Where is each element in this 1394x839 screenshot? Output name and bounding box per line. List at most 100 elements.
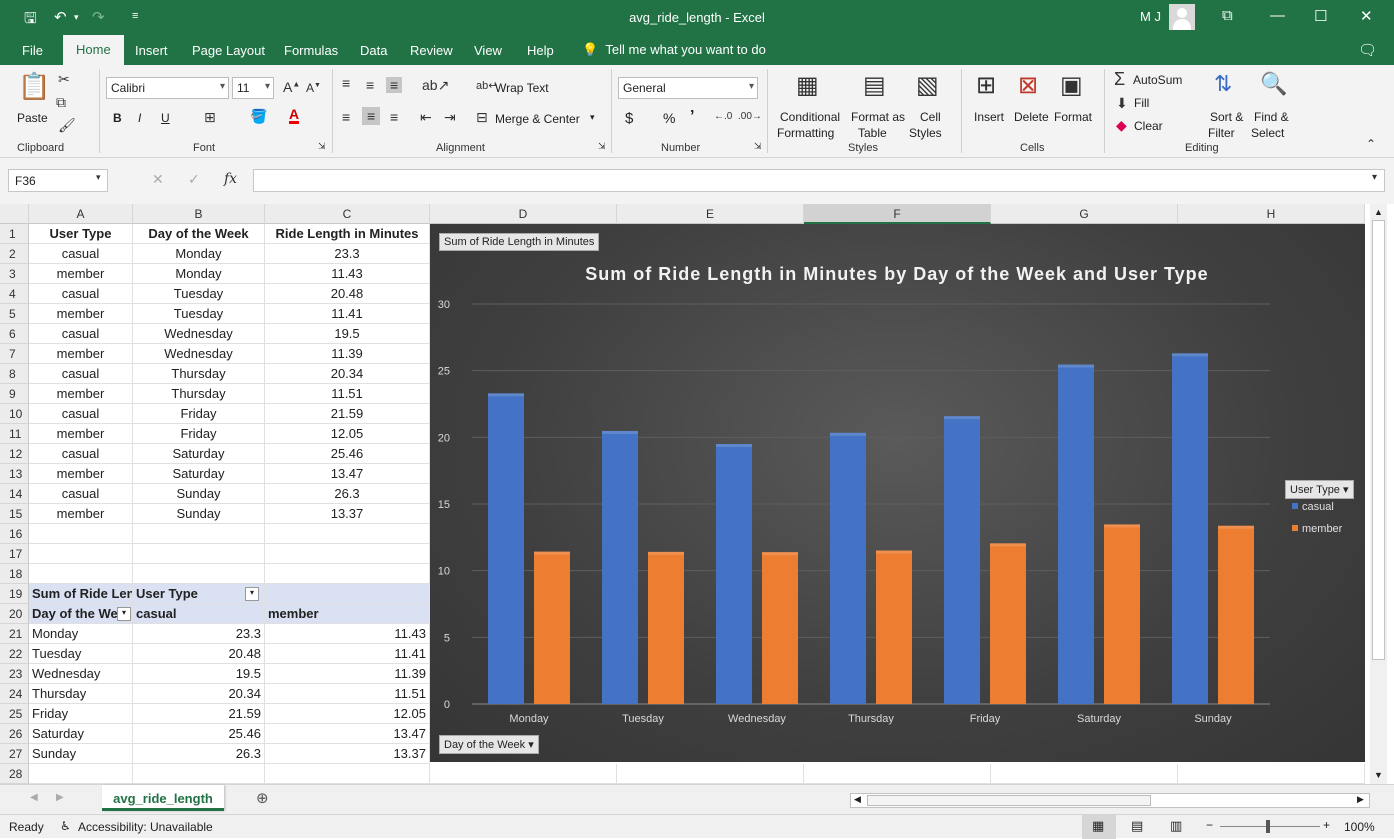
row-header[interactable]: 2 <box>0 244 29 264</box>
merge-center-icon[interactable]: ⊟ <box>476 109 488 126</box>
minimize-icon[interactable]: — <box>1270 7 1285 24</box>
row-header[interactable]: 22 <box>0 644 29 664</box>
row-header[interactable]: 4 <box>0 284 29 304</box>
table-cell[interactable]: 11.41 <box>265 304 430 324</box>
close-icon[interactable]: ✕ <box>1360 7 1373 25</box>
grid-cell[interactable] <box>265 564 430 584</box>
table-cell[interactable]: 21.59 <box>265 404 430 424</box>
normal-view-button[interactable]: ▦ <box>1082 815 1116 839</box>
table-cell[interactable]: member <box>29 264 133 284</box>
pivot-row-label[interactable]: Wednesday <box>29 664 133 684</box>
table-header-cell[interactable]: Ride Length in Minutes <box>265 224 430 244</box>
row-header[interactable]: 8 <box>0 364 29 384</box>
table-cell[interactable]: 19.5 <box>265 324 430 344</box>
currency-button[interactable]: $ <box>625 110 633 127</box>
clear-icon[interactable]: ◆ <box>1116 117 1127 134</box>
select-all-corner[interactable] <box>0 204 29 224</box>
table-cell[interactable]: Thursday <box>133 384 265 404</box>
wrap-text-button[interactable]: Wrap Text <box>495 81 549 95</box>
row-header[interactable]: 10 <box>0 404 29 424</box>
pivot-member-value[interactable]: 12.05 <box>265 704 430 724</box>
table-cell[interactable]: Tuesday <box>133 304 265 324</box>
conditional-formatting-button[interactable]: ▦ Conditional Formatting <box>776 69 848 140</box>
column-header-b[interactable]: B <box>133 204 265 224</box>
tab-insert[interactable]: Insert <box>135 43 168 58</box>
pivot-member-value[interactable]: 11.39 <box>265 664 430 684</box>
alignment-dialog-launcher-icon[interactable]: ⇲ <box>598 141 606 152</box>
fill-icon[interactable]: ⬇ <box>1116 95 1128 112</box>
table-cell[interactable]: casual <box>29 284 133 304</box>
scroll-thumb[interactable] <box>1372 220 1385 660</box>
align-bottom-icon[interactable]: ≡ <box>386 77 403 93</box>
pivot-value-field[interactable]: Sum of Ride Leng <box>29 584 133 604</box>
merge-center-button[interactable]: Merge & Center <box>495 112 580 126</box>
collapse-ribbon-icon[interactable]: ⌃ <box>1366 137 1376 151</box>
table-cell[interactable]: 20.48 <box>265 284 430 304</box>
row-header[interactable]: 16 <box>0 524 29 544</box>
table-cell[interactable]: 11.39 <box>265 344 430 364</box>
pivot-member-value[interactable]: 11.43 <box>265 624 430 644</box>
row-header[interactable]: 7 <box>0 344 29 364</box>
sheet-prev-icon[interactable]: ◀ <box>30 792 38 803</box>
name-box-dropdown-icon[interactable]: ▾ <box>96 172 101 183</box>
table-header-cell[interactable]: Day of the Week <box>133 224 265 244</box>
grid-cell[interactable] <box>1178 764 1365 784</box>
table-cell[interactable]: member <box>29 504 133 524</box>
align-middle-icon[interactable]: ≡ <box>366 77 374 93</box>
table-cell[interactable]: Friday <box>133 424 265 444</box>
row-header[interactable]: 5 <box>0 304 29 324</box>
grid-cell[interactable] <box>133 764 265 784</box>
scroll-right-icon[interactable]: ▶ <box>1357 794 1364 805</box>
tab-page-layout[interactable]: Page Layout <box>192 43 265 58</box>
fill-button[interactable]: Fill <box>1134 96 1149 110</box>
table-cell[interactable]: 13.37 <box>265 504 430 524</box>
tab-data[interactable]: Data <box>360 43 387 58</box>
table-cell[interactable]: Tuesday <box>133 284 265 304</box>
tab-home[interactable]: Home <box>63 35 124 65</box>
grid-cell[interactable] <box>265 764 430 784</box>
pivot-col-header-member[interactable]: member <box>265 604 430 624</box>
table-cell[interactable]: casual <box>29 364 133 384</box>
pivot-row-label[interactable]: Friday <box>29 704 133 724</box>
row-header[interactable]: 9 <box>0 384 29 404</box>
orientation-icon[interactable]: ab↗ <box>422 77 449 94</box>
pivot-row-label[interactable]: Saturday <box>29 724 133 744</box>
bold-button[interactable]: B <box>113 111 122 125</box>
pivot-casual-value[interactable]: 25.46 <box>133 724 265 744</box>
font-color-icon[interactable]: A <box>289 107 300 124</box>
pivot-row-label[interactable]: Thursday <box>29 684 133 704</box>
table-cell[interactable]: casual <box>29 444 133 464</box>
column-header-g[interactable]: G <box>991 204 1178 224</box>
borders-icon[interactable]: ⊞ <box>204 109 216 126</box>
align-right-icon[interactable]: ≡ <box>390 109 398 125</box>
decrease-indent-icon[interactable]: ⇤ <box>420 109 432 126</box>
increase-decimal-icon[interactable]: ←.0 <box>714 111 732 122</box>
zoom-slider-thumb[interactable] <box>1266 820 1270 833</box>
grid-cell[interactable] <box>133 544 265 564</box>
worksheet-grid[interactable]: A B C D E F G H 1 2 3 4 5 6 7 8 9 10 11 12 13 14 15 16 1… <box>0 204 1394 784</box>
column-header-d[interactable]: D <box>430 204 617 224</box>
grid-cell[interactable] <box>29 564 133 584</box>
zoom-out-icon[interactable]: − <box>1206 818 1213 832</box>
pivot-row-label[interactable]: Monday <box>29 624 133 644</box>
table-cell[interactable]: Wednesday <box>133 344 265 364</box>
row-header[interactable]: 27 <box>0 744 29 764</box>
decrease-decimal-icon[interactable]: .00→ <box>738 111 762 122</box>
pivot-row-label[interactable]: Tuesday <box>29 644 133 664</box>
table-cell[interactable]: Monday <box>133 244 265 264</box>
pivot-header-blank[interactable] <box>265 584 430 604</box>
number-dialog-launcher-icon[interactable]: ⇲ <box>754 141 762 152</box>
paste-button[interactable]: 📋 Paste <box>12 69 54 131</box>
table-cell[interactable]: casual <box>29 404 133 424</box>
comma-button[interactable]: ’ <box>690 108 694 126</box>
table-cell[interactable]: 23.3 <box>265 244 430 264</box>
column-header-a[interactable]: A <box>29 204 133 224</box>
autosum-icon[interactable]: Σ <box>1114 69 1125 90</box>
increase-indent-icon[interactable]: ⇥ <box>444 109 456 126</box>
table-cell[interactable]: Saturday <box>133 444 265 464</box>
tab-file[interactable]: File <box>22 43 43 58</box>
tell-me-search[interactable]: 💡 Tell me what you want to do <box>582 42 766 58</box>
merge-dropdown-icon[interactable]: ▾ <box>590 112 595 123</box>
table-cell[interactable]: Sunday <box>133 484 265 504</box>
row-header[interactable]: 23 <box>0 664 29 684</box>
